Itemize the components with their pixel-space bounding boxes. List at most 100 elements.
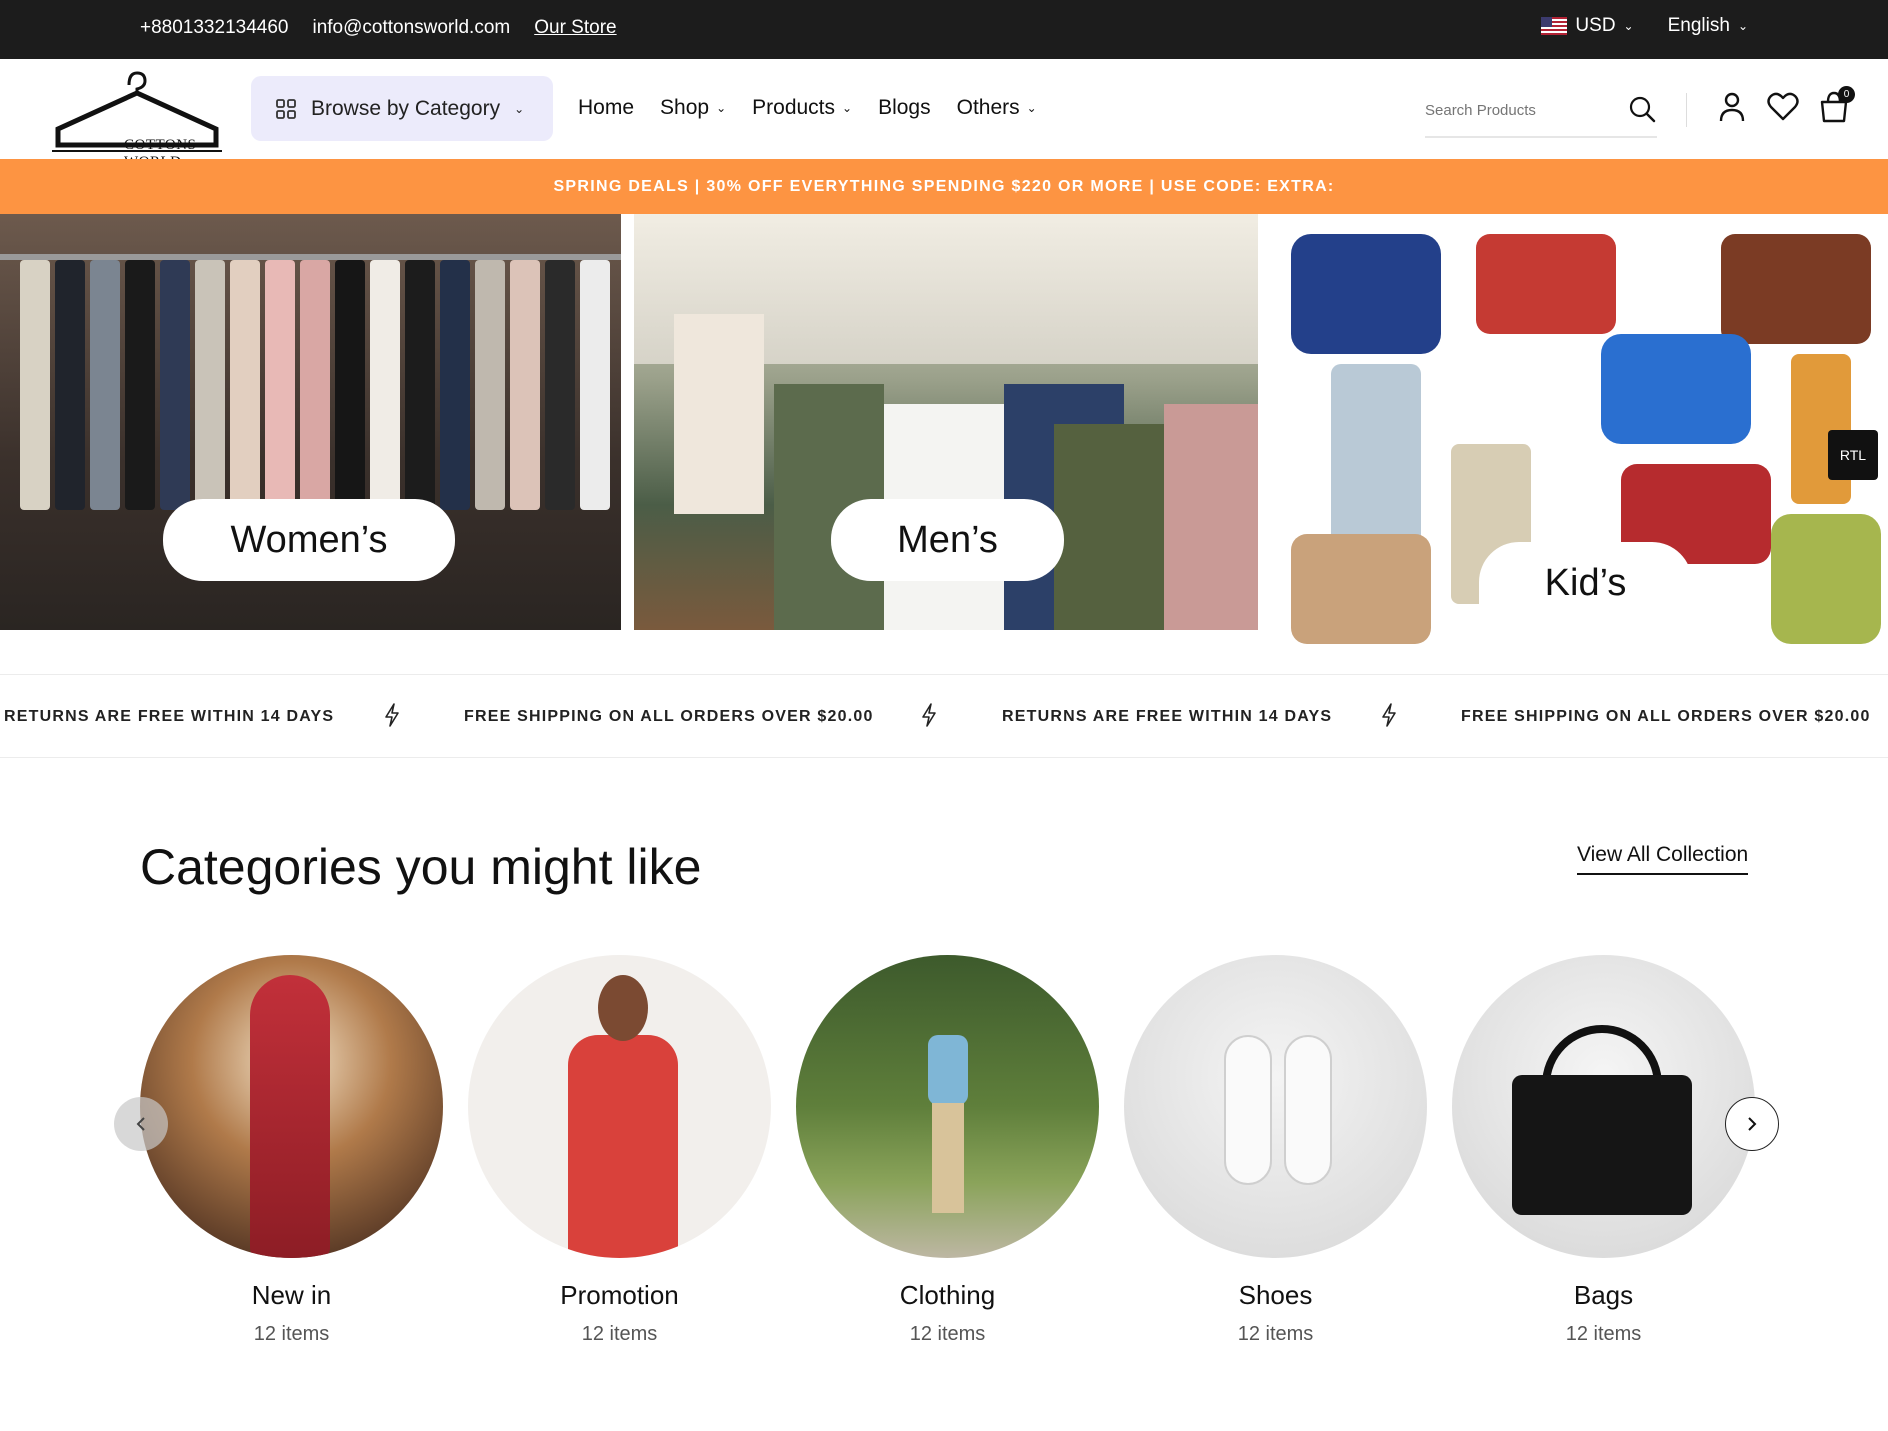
wishlist-heart-icon[interactable] (1767, 91, 1799, 123)
garment-image (20, 260, 50, 510)
contact-info: +8801332134460 info@cottonsworld.com Our… (140, 17, 617, 39)
marquee-item: RETURNS ARE FREE WITHIN 14 DAYS (1002, 708, 1333, 725)
search-box (1425, 92, 1657, 138)
nav-shop[interactable]: Shop ⌄ (660, 96, 726, 120)
garment-image (265, 260, 295, 510)
browse-label: Browse by Category (311, 96, 501, 120)
mens-category-button[interactable]: Men’s (831, 499, 1064, 581)
currency-selector[interactable]: USD ⌄ (1541, 15, 1634, 37)
model-head-image (598, 975, 648, 1041)
kids-category-button[interactable]: Kid’s (1479, 542, 1692, 624)
category-card-new-in[interactable]: New in 12 items (140, 955, 443, 1346)
category-image (140, 955, 443, 1258)
category-image (796, 955, 1099, 1258)
chevron-down-icon: ⌄ (842, 101, 853, 115)
carousel-prev-button[interactable] (114, 1097, 168, 1151)
garment-image (370, 260, 400, 510)
garment-image (125, 260, 155, 510)
grid-icon (276, 98, 296, 119)
main-nav: Home Shop ⌄ Products ⌄ Blogs Others ⌄ (578, 96, 1037, 120)
site-logo[interactable]: COTTONS WORLD (52, 65, 222, 170)
nav-home-label: Home (578, 96, 635, 119)
marquee-item: RETURNS ARE FREE WITHIN 14 DAYS (4, 708, 335, 725)
category-card-clothing[interactable]: Clothing 12 items (796, 955, 1099, 1346)
sneaker-image (1224, 1035, 1272, 1185)
rtl-toggle-button[interactable]: RTL (1828, 430, 1878, 480)
view-all-collection-link[interactable]: View All Collection (1577, 843, 1749, 875)
lightning-icon (385, 703, 399, 727)
garment-image (195, 260, 225, 510)
browse-by-category-button[interactable]: Browse by Category ⌄ (251, 76, 553, 141)
garment-image (1054, 424, 1164, 630)
chevron-down-icon: ⌄ (514, 101, 525, 116)
garment-image (55, 260, 85, 510)
kids-cardigan-image (1291, 534, 1431, 644)
kids-jacket-image (1771, 514, 1881, 644)
nav-products[interactable]: Products ⌄ (752, 96, 852, 120)
our-store-link[interactable]: Our Store (534, 17, 616, 39)
sneaker-image (1284, 1035, 1332, 1185)
chevron-down-icon: ⌄ (716, 101, 727, 115)
mannequin-image (674, 314, 764, 514)
account-icon[interactable] (1717, 91, 1747, 123)
nav-blogs-label: Blogs (878, 96, 931, 119)
womens-category-button[interactable]: Women’s (163, 499, 455, 581)
lightning-icon (1382, 703, 1396, 727)
chevron-right-icon (1748, 1117, 1757, 1131)
kids-label: Kid’s (1544, 561, 1627, 604)
lightning-icon (922, 703, 936, 727)
category-name: Clothing (899, 1280, 996, 1310)
benefits-marquee: RETURNS ARE FREE WITHIN 14 DAYS FREE SHI… (0, 674, 1888, 758)
category-count: 12 items (1237, 1323, 1314, 1345)
hero-men-tile[interactable]: Men’s (634, 214, 1258, 630)
kids-sweater-image (1476, 234, 1616, 334)
kids-sweater-image (1721, 234, 1871, 344)
category-image (1452, 955, 1755, 1258)
promo-text: SPRING DEALS | 30% OFF EVERYTHING SPENDI… (553, 177, 1335, 195)
garment-image (335, 260, 365, 510)
category-name: Shoes (1238, 1280, 1313, 1310)
black-handbag-image (1512, 1075, 1692, 1215)
cart-button[interactable]: 0 (1819, 86, 1855, 128)
top-bar: +8801332134460 info@cottonsworld.com Our… (0, 0, 1888, 59)
language-selector[interactable]: English ⌄ (1668, 15, 1748, 37)
carousel-next-button[interactable] (1725, 1097, 1779, 1151)
garment-image (405, 260, 435, 510)
category-image (468, 955, 771, 1258)
category-count: 12 items (909, 1323, 986, 1345)
nav-others[interactable]: Others ⌄ (957, 96, 1037, 120)
garment-image (1164, 404, 1258, 630)
garment-image (510, 260, 540, 510)
category-card-shoes[interactable]: Shoes 12 items (1124, 955, 1427, 1346)
nav-others-label: Others (956, 96, 1020, 119)
us-flag-icon (1541, 17, 1568, 35)
categories-heading: Categories you might like (140, 839, 702, 895)
category-card-bags[interactable]: Bags 12 items (1452, 955, 1755, 1346)
hero-kids-tile[interactable]: Kid’s (1271, 214, 1888, 664)
phone-link[interactable]: +8801332134460 (140, 17, 288, 39)
category-card-promotion[interactable]: Promotion 12 items (468, 955, 771, 1346)
header-actions: 0 (1717, 86, 1855, 128)
category-count: 12 items (1565, 1323, 1642, 1345)
garment-image (440, 260, 470, 510)
chevron-down-icon: ⌄ (1623, 19, 1634, 33)
nav-home[interactable]: Home (578, 96, 634, 120)
garment-image (580, 260, 610, 510)
category-count: 12 items (253, 1323, 330, 1345)
marquee-item: FREE SHIPPING ON ALL ORDERS OVER $20.00 (464, 708, 874, 725)
garment-image (475, 260, 505, 510)
hero-women-tile[interactable]: Women’s (0, 214, 621, 630)
top-bar-selectors: USD ⌄ English ⌄ (1541, 15, 1748, 37)
nav-blogs[interactable]: Blogs (878, 96, 931, 120)
chevron-down-icon: ⌄ (1026, 101, 1037, 115)
search-input[interactable] (1425, 92, 1615, 128)
marquee-item: FREE SHIPPING ON ALL ORDERS OVER $20.00 (1461, 708, 1871, 725)
kids-pants-image (1791, 354, 1851, 504)
man-pants-image (932, 1103, 964, 1213)
email-link[interactable]: info@cottonsworld.com (312, 17, 510, 39)
search-icon[interactable] (1627, 94, 1657, 124)
category-count: 12 items (581, 1323, 658, 1345)
garment-image (90, 260, 120, 510)
kids-jacket-image (1291, 234, 1441, 354)
kids-coat-image (1601, 334, 1751, 444)
